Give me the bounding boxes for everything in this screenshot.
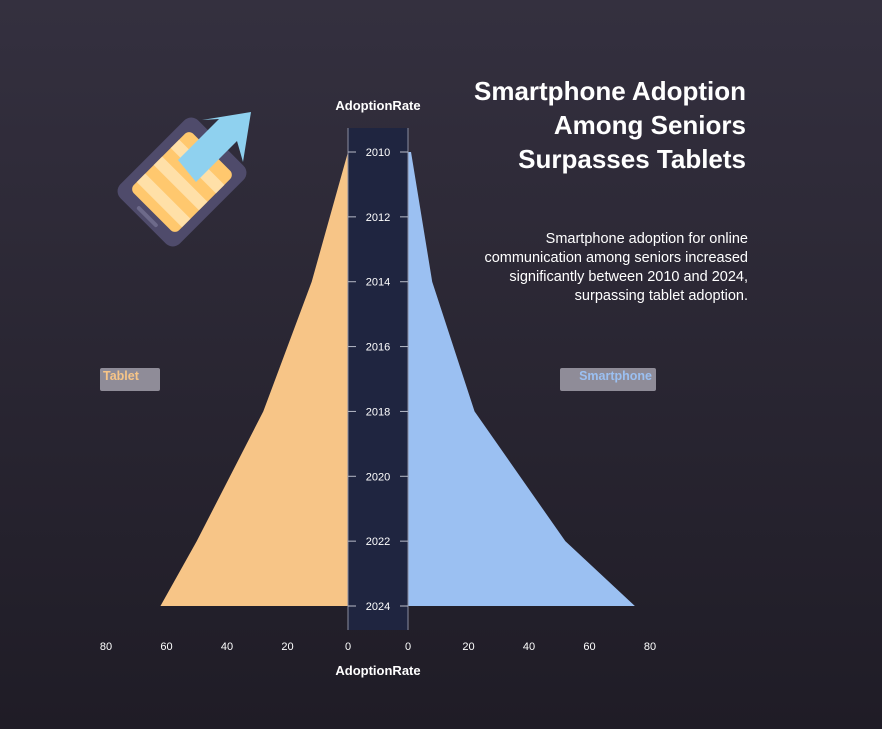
y-tick-label: 2024 (366, 601, 390, 613)
x-tick-label-left: 60 (160, 641, 172, 653)
y-tick-label: 2014 (366, 277, 390, 289)
center-band (348, 128, 408, 630)
axis-title-top: AdoptionRate (335, 98, 420, 113)
legend-tablet-label: Tablet (103, 369, 139, 383)
y-tick-label: 2020 (366, 471, 390, 483)
x-tick-label-right: 20 (462, 641, 474, 653)
x-tick-label-left: 0 (345, 641, 351, 653)
x-tick-label-left: 40 (221, 641, 233, 653)
y-tick-label: 2022 (366, 536, 390, 548)
chart-subtitle: Smartphone adoption for online communica… (484, 231, 748, 304)
legend-tablet: Tablet (100, 368, 160, 391)
x-tick-label-right: 80 (644, 641, 656, 653)
x-tick-label-right: 40 (523, 641, 535, 653)
y-tick-label: 2010 (366, 147, 390, 159)
x-tick-label-left: 20 (281, 641, 293, 653)
legend-smartphone-label: Smartphone (579, 369, 652, 383)
x-tick-label-right: 0 (405, 641, 411, 653)
butterfly-chart: 2010201220142016201820202022202480 60 40 20… (100, 98, 656, 678)
legend-smartphone: Smartphone (560, 368, 656, 391)
y-tick-label: 2012 (366, 212, 390, 224)
chart-title: Smartphone Adoption Among Seniors Surpas… (473, 76, 746, 174)
y-tick-label: 2018 (366, 406, 390, 418)
x-tick-label-right: 60 (583, 641, 595, 653)
x-tick-label-left: 80 (100, 641, 112, 653)
y-tick-label: 2016 (366, 342, 390, 354)
axis-title-bottom: AdoptionRate (335, 663, 420, 678)
